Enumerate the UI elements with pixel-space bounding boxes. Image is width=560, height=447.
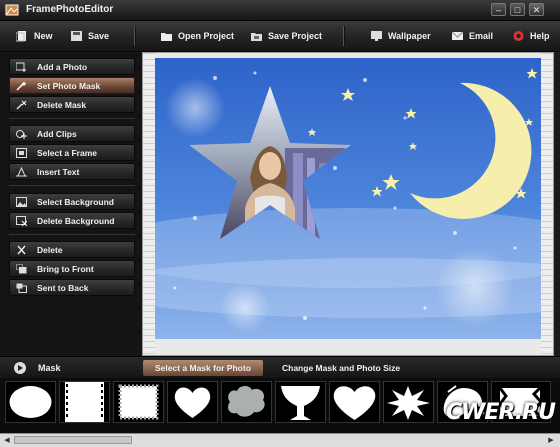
background-icon xyxy=(16,196,27,207)
text-icon xyxy=(16,166,27,176)
open-project-label: Open Project xyxy=(178,31,235,41)
help-label: Help xyxy=(530,31,550,41)
wallpaper-button[interactable]: Wallpaper xyxy=(370,28,431,44)
add-clips-icon xyxy=(16,129,27,139)
mask-thumbnail[interactable] xyxy=(59,381,110,423)
maximize-button[interactable]: □ xyxy=(510,3,525,16)
sidebar-item-add-clips[interactable]: Add Clips xyxy=(9,125,135,142)
sidebar-item-delete-mask[interactable]: Delete Mask xyxy=(9,96,135,113)
thumbnail-scrollbar[interactable]: ◀ ▶ xyxy=(0,433,560,447)
toolbar-divider xyxy=(134,26,135,46)
sidebar-item-select-frame[interactable]: Select a Frame xyxy=(9,144,135,161)
tab-change-mask-size[interactable]: Change Mask and Photo Size xyxy=(270,360,412,376)
new-label: New xyxy=(34,31,53,41)
sidebar-item-set-photo-mask[interactable]: Set Photo Mask xyxy=(9,77,135,94)
save-disk-icon xyxy=(71,31,82,41)
sidebar-item-sent-to-back[interactable]: Sent to Back xyxy=(9,279,135,296)
delete-x-icon xyxy=(17,245,26,254)
right-ruler xyxy=(541,53,553,355)
email-label: Email xyxy=(469,31,494,41)
save-project-icon xyxy=(251,33,262,41)
sidebar-item-label: Delete xyxy=(37,244,63,255)
title-bar: FramePhotoEditor – □ ✕ xyxy=(0,0,560,21)
sidebar-item-select-background[interactable]: Select Background xyxy=(9,193,135,210)
new-document-icon xyxy=(16,31,26,42)
add-photo-icon xyxy=(16,62,26,72)
mask-wand-icon xyxy=(16,80,27,91)
tab-select-mask[interactable]: Select a Mask for Photo xyxy=(143,360,263,376)
window-title: FramePhotoEditor xyxy=(26,4,114,15)
sidebar-item-label: Add Clips xyxy=(37,128,77,139)
sidebar-item-insert-text[interactable]: Insert Text xyxy=(9,163,135,180)
send-back-icon xyxy=(16,283,27,293)
mask-section-label: Mask xyxy=(38,363,61,373)
toolbar-divider xyxy=(343,26,344,46)
sidebar-item-label: Select a Frame xyxy=(37,147,98,158)
sidebar-item-label: Select Background xyxy=(37,196,114,207)
sidebar-item-label: Delete Background xyxy=(37,215,115,226)
bring-front-icon xyxy=(16,263,27,273)
sidebar-item-label: Delete Mask xyxy=(37,99,87,110)
delete-mask-icon xyxy=(16,100,27,110)
scroll-left-icon[interactable]: ◀ xyxy=(2,436,12,445)
sidebar-item-label: Set Photo Mask xyxy=(37,80,101,91)
email-button[interactable]: Email xyxy=(451,28,493,44)
sidebar-divider xyxy=(9,185,135,186)
app-logo-icon xyxy=(5,4,19,16)
sidebar-item-delete[interactable]: Delete xyxy=(9,241,135,258)
save-project-label: Save Project xyxy=(268,31,323,41)
sidebar-divider xyxy=(9,118,135,119)
save-button[interactable]: Save xyxy=(70,28,109,44)
sidebar-item-label: Bring to Front xyxy=(37,263,94,274)
sidebar-item-label: Add a Photo xyxy=(37,61,88,72)
mask-thumbnail-strip: CWER.RU xyxy=(0,378,560,434)
sidebar-item-add-photo[interactable]: Add a Photo xyxy=(9,58,135,75)
mask-thumbnail[interactable] xyxy=(221,381,272,423)
email-envelope-icon xyxy=(451,31,464,40)
photo-composition[interactable] xyxy=(155,58,541,339)
watermark-text: CWER.RU xyxy=(446,400,556,425)
sidebar-item-delete-background[interactable]: Delete Background xyxy=(9,212,135,229)
main-toolbar: New Save Open Project Save Project Wallp… xyxy=(0,21,560,52)
sidebar-divider xyxy=(9,234,135,235)
mask-thumbnail[interactable] xyxy=(275,381,326,423)
help-lifebuoy-icon xyxy=(513,31,524,41)
mask-options-bar: Mask Select a Mask for Photo Change Mask… xyxy=(0,356,560,379)
mask-thumbnail[interactable] xyxy=(329,381,380,423)
mask-thumbnail[interactable] xyxy=(383,381,434,423)
help-button[interactable]: Help xyxy=(512,28,550,44)
save-label: Save xyxy=(88,31,110,41)
editing-canvas[interactable] xyxy=(142,52,554,356)
sidebar-item-bring-to-front[interactable]: Bring to Front xyxy=(9,260,135,277)
scroll-right-icon[interactable]: ▶ xyxy=(546,436,556,445)
left-ruler xyxy=(143,53,155,355)
sidebar-item-label: Sent to Back xyxy=(37,282,89,293)
mask-thumbnail[interactable] xyxy=(113,381,164,423)
wallpaper-label: Wallpaper xyxy=(388,31,431,41)
tools-sidebar: Add a Photo Set Photo Mask Delete Mask A… xyxy=(0,52,142,389)
play-icon[interactable] xyxy=(14,362,26,374)
open-folder-icon xyxy=(161,33,172,41)
new-button[interactable]: New xyxy=(16,28,53,44)
mask-thumbnail[interactable] xyxy=(5,381,56,423)
delete-background-icon xyxy=(16,215,27,226)
mask-thumbnail[interactable] xyxy=(167,381,218,423)
sidebar-item-label: Insert Text xyxy=(37,166,80,177)
wallpaper-monitor-icon xyxy=(371,31,382,41)
open-project-button[interactable]: Open Project xyxy=(160,28,234,44)
frame-icon xyxy=(16,147,27,158)
close-button[interactable]: ✕ xyxy=(529,3,544,16)
minimize-button[interactable]: – xyxy=(491,3,506,16)
save-project-button[interactable]: Save Project xyxy=(250,28,322,44)
scrollbar-thumb[interactable] xyxy=(14,436,132,444)
